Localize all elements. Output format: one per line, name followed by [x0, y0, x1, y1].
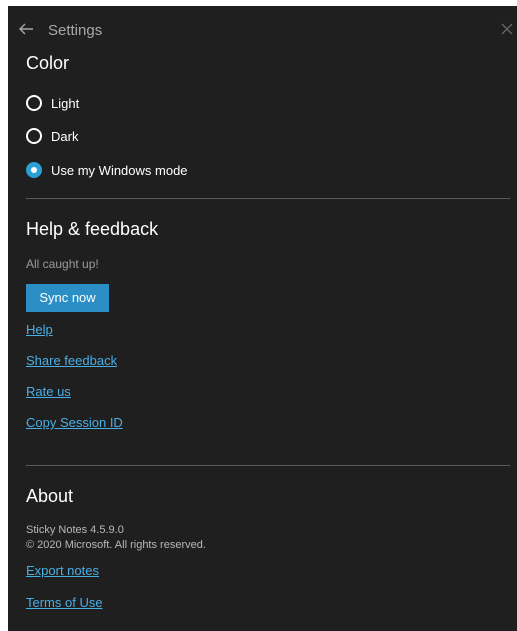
help-link[interactable]: Help [26, 322, 53, 337]
close-icon[interactable] [499, 21, 515, 37]
export-notes-link[interactable]: Export notes [26, 563, 99, 578]
radio-dark-circle[interactable] [26, 128, 42, 144]
terms-of-use-link[interactable]: Terms of Use [26, 595, 103, 610]
sync-status: All caught up! [26, 257, 99, 271]
title-bar: Settings [8, 6, 517, 50]
share-feedback-link[interactable]: Share feedback [26, 353, 117, 368]
radio-light[interactable]: Light [26, 92, 79, 114]
copy-session-id-link[interactable]: Copy Session ID [26, 415, 123, 430]
page-title: Settings [48, 22, 103, 39]
settings-panel: Settings Color Light Dark Use my Windows… [8, 6, 517, 631]
color-section-title: Color [26, 53, 70, 73]
radio-windows-mode-circle[interactable] [26, 162, 42, 178]
radio-light-label: Light [51, 95, 80, 111]
about-section-title: About [26, 486, 74, 506]
app-version: Sticky Notes 4.5.9.0 [26, 524, 124, 536]
radio-dark-label: Dark [51, 128, 79, 144]
rate-us-link[interactable]: Rate us [26, 384, 71, 399]
section-divider [26, 465, 510, 466]
radio-windows-mode-label: Use my Windows mode [51, 162, 188, 178]
section-divider [26, 198, 510, 199]
radio-light-circle[interactable] [26, 95, 42, 111]
back-arrow-icon[interactable] [17, 20, 35, 38]
help-section-title: Help & feedback [26, 219, 159, 239]
radio-dark[interactable]: Dark [26, 125, 78, 147]
radio-windows-mode[interactable]: Use my Windows mode [26, 159, 188, 181]
copyright-text: © 2020 Microsoft. All rights reserved. [26, 539, 206, 551]
sync-now-button[interactable]: Sync now [26, 284, 109, 312]
